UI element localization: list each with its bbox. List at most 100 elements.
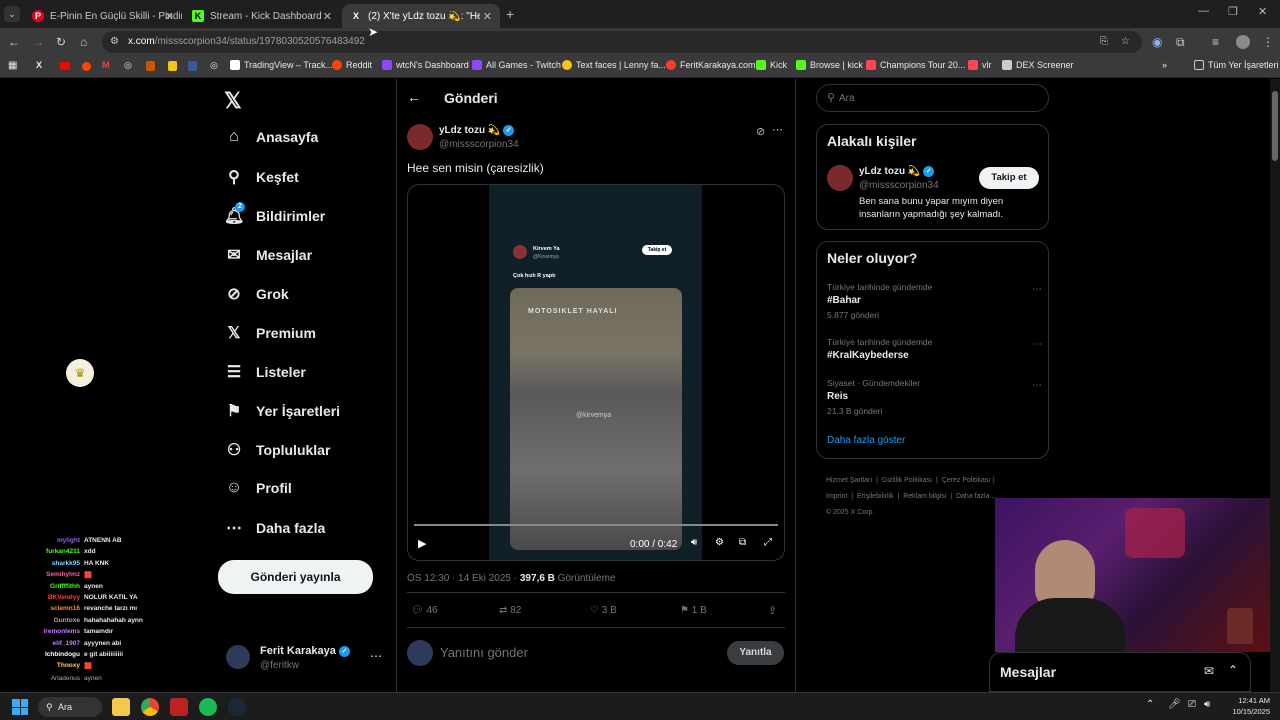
bookmark-feritkarakaya[interactable]: FeritKarakaya.com [666,60,756,70]
site-icon[interactable] [188,61,197,71]
fullscreen-icon[interactable]: ⤢ [764,537,772,548]
video-player[interactable]: Kirvem Ya @Kirvemya Takip et Çok hızlı R… [407,184,785,561]
puzzle-icon[interactable]: ⧉ [1176,35,1185,50]
nav-item[interactable]: ⌂ Anasayfa [224,128,318,146]
x-logo-icon[interactable]: 𝕏 [224,88,242,114]
star-icon[interactable]: ☆ [1121,31,1130,53]
author-name[interactable]: yLdz tozu 💫 ✓ [439,125,515,136]
bookmark-kick[interactable]: Kick [756,60,787,70]
follow-button[interactable]: Takip et [979,167,1039,189]
install-icon[interactable]: ⎘ [1100,31,1108,53]
search-input[interactable]: ⚲ Ara [816,84,1049,112]
scrollbar[interactable] [1270,79,1280,692]
back-icon[interactable]: ← [8,35,20,49]
chrome-icon[interactable] [141,698,159,716]
trend-item[interactable]: Türkiye tarihinde gündemde #KralKaybeder… [827,337,1042,361]
bookmark-vlr[interactable]: vlr [968,60,992,70]
footer-link[interactable]: Erişilebilirlik [857,493,894,500]
close-icon[interactable]: ✕ [483,10,492,23]
microphone-icon[interactable]: 🎤︎ [1168,699,1181,710]
related-avatar[interactable] [827,165,853,191]
more-icon[interactable]: ⋯ [370,649,382,663]
reload-icon[interactable]: ↻ [56,35,66,49]
avatar[interactable] [1236,35,1250,49]
globe-icon[interactable]: ◎ [124,60,132,71]
footer-link[interactable]: Daha fazla ... [956,493,997,500]
settings-icon[interactable]: ⚙ [715,537,724,548]
spotify-icon[interactable] [199,698,217,716]
video-progress-bar[interactable] [414,524,778,526]
close-icon[interactable]: ✕ [323,10,332,23]
nav-item[interactable]: ⊘ Grok [224,284,288,304]
share-icon[interactable]: ⇪ [768,604,777,617]
taskbar-search[interactable]: ⚲ Ara [38,697,102,717]
address-bar[interactable]: ⚙ x.com/missscorpion34/status/1978030520… [102,31,1142,53]
maximize-icon[interactable]: ❐ [1228,5,1238,18]
nav-item[interactable]: ⚲ Keşfet [224,167,299,187]
scrollbar-thumb[interactable] [1272,91,1278,161]
footer-link[interactable]: Gizlilik Politikası [882,477,932,484]
more-icon[interactable]: ⋯ [1032,339,1042,350]
play-icon[interactable]: ▶ [418,537,426,550]
account-name[interactable]: Ferit Karakaya ✓ [260,645,350,657]
show-more-link[interactable]: Daha fazla göster [827,435,905,446]
author-avatar[interactable] [407,124,433,150]
apps-icon[interactable]: ▦ [8,60,17,71]
tab-kick-dashboard[interactable]: K Stream - Kick Dashboard ✕ [184,4,340,28]
reddit-icon[interactable] [82,62,91,71]
nav-item[interactable]: ⋯ Daha fazla [224,518,325,538]
bookmark-reddit[interactable]: Reddit [332,60,372,70]
bookmark-dex-screener[interactable]: DEX Screener [1002,60,1074,70]
taskbar-clock[interactable]: 12:41 AM 10/15/2025 [1222,695,1270,717]
bookmark-champions-tour[interactable]: Champions Tour 20... [866,60,965,70]
tab-x-post[interactable]: X (2) X'te yLdz tozu 💫: "Hee sen ✕ [342,4,500,28]
volume-icon[interactable]: 🔊︎ [691,537,697,548]
back-arrow-icon[interactable]: ← [407,89,421,105]
grok-icon[interactable]: ⊘ [756,125,765,138]
nav-item[interactable]: ✉ Mesajlar [224,245,312,265]
bookmark-twitch-games[interactable]: All Games - Twitch [472,60,561,70]
steam-icon[interactable] [228,698,246,716]
nav-item[interactable]: 𝕏 Premium [224,323,316,343]
more-icon[interactable]: ⋯ [1032,284,1042,295]
post-button[interactable]: Gönderi yayınla [218,560,373,594]
footer-link[interactable]: Imprint [826,493,847,500]
reply-button[interactable]: Yanıtla [727,641,784,665]
network-icon[interactable]: ⎚ [1188,699,1196,710]
window-close-icon[interactable]: ✕ [1258,5,1267,18]
footer-link[interactable]: Reklam bilgisi [903,493,946,500]
related-name[interactable]: yLdz tozu 💫 ✓ [859,166,935,177]
reply-input[interactable]: Yanıtını gönder [440,645,528,660]
nav-item[interactable]: ⚇ Topluluklar [224,440,331,460]
repost-action[interactable]: ⇄ 82 [499,605,521,616]
youtube-icon[interactable] [60,62,70,70]
bookmark-action[interactable]: ⚑ 1 B [680,605,707,616]
all-bookmarks[interactable]: Tüm Yer İşaretleri [1194,60,1279,70]
nav-item[interactable]: ☺ Profil [224,479,292,497]
bookmark-text-faces[interactable]: Text faces | Lenny fa... [562,60,666,70]
site-icon[interactable] [168,61,177,71]
gmail-icon[interactable]: M [102,60,110,70]
chevron-up-icon[interactable]: ⌃ [1228,663,1238,677]
bookmark-wtcn-dashboard[interactable]: wtcN's Dashboard [382,60,469,70]
globe-icon[interactable]: ◎ [210,60,218,71]
more-icon[interactable]: ⋯ [1032,380,1042,391]
chevron-right-icon[interactable]: » [1162,60,1167,70]
avatar[interactable] [226,645,250,669]
home-icon[interactable]: ⌂ [80,35,87,49]
media-icon[interactable]: ≡ [1212,35,1219,49]
messages-drawer[interactable]: Mesajlar ✉ ⌃ [989,652,1251,692]
trend-item[interactable]: Siyaset · Gündemdekiler Reis 21,3 B gönd… [827,378,1042,416]
like-action[interactable]: ♡ 3 B [590,605,617,616]
yandex-icon[interactable] [146,61,155,71]
new-message-icon[interactable]: ✉ [1204,664,1214,678]
volume-icon[interactable]: 🔊︎ [1204,699,1210,710]
pip-icon[interactable]: ⧉ [739,537,746,548]
tab-search-icon[interactable]: ⌄ [4,6,20,22]
file-explorer-icon[interactable] [112,698,130,716]
nav-item[interactable]: ☰ Listeler [224,362,306,382]
footer-link[interactable]: Hizmet Şartları [826,477,872,484]
reply-action[interactable]: 💬︎ 46 [411,605,438,616]
tray-chevron-icon[interactable]: ⌃ [1146,699,1154,710]
forward-icon[interactable]: → [32,35,44,49]
